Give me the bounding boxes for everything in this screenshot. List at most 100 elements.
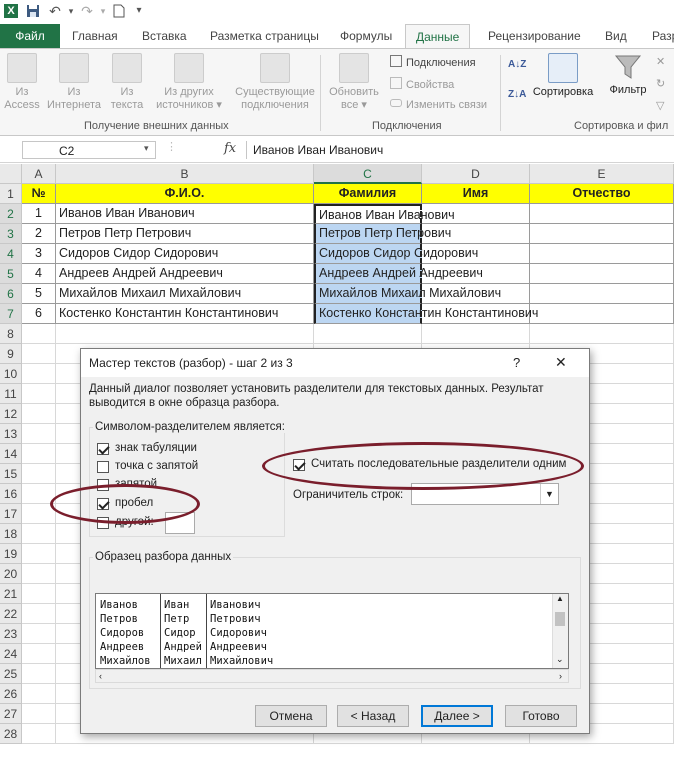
cell[interactable] bbox=[530, 284, 674, 304]
cell[interactable]: Петров Петр Петрович bbox=[314, 224, 451, 244]
cell[interactable]: Имя bbox=[422, 184, 530, 204]
cell[interactable]: Иванов Иван Иванович bbox=[56, 204, 314, 224]
row-header[interactable]: 21 bbox=[0, 584, 22, 604]
new-icon[interactable] bbox=[112, 4, 126, 18]
cell[interactable] bbox=[22, 564, 56, 584]
row-header[interactable]: 12 bbox=[0, 404, 22, 424]
select-all-corner[interactable] bbox=[0, 164, 22, 184]
properties-button[interactable]: Свойства bbox=[390, 77, 454, 91]
sort-za-icon[interactable]: Z↓A bbox=[508, 89, 526, 100]
scroll-up-icon[interactable]: ▲ bbox=[556, 594, 564, 603]
cell[interactable]: Андреев Андрей Андреевич bbox=[314, 264, 483, 284]
reapply-icon[interactable]: ↻ bbox=[656, 77, 665, 90]
cell[interactable] bbox=[22, 624, 56, 644]
column-header-a[interactable]: A bbox=[22, 164, 56, 184]
cell[interactable] bbox=[22, 424, 56, 444]
cell[interactable] bbox=[22, 604, 56, 624]
row-header[interactable]: 2 bbox=[0, 204, 22, 224]
cell[interactable] bbox=[22, 704, 56, 724]
cell[interactable]: Сидоров Сидор Сидорович bbox=[56, 244, 314, 264]
row-header[interactable]: 5 bbox=[0, 264, 22, 284]
tab-insert[interactable]: Вставка bbox=[142, 24, 187, 48]
cell[interactable] bbox=[22, 544, 56, 564]
row-header[interactable]: 28 bbox=[0, 724, 22, 744]
row-header[interactable]: 18 bbox=[0, 524, 22, 544]
tab-formulas[interactable]: Формулы bbox=[340, 24, 392, 48]
row-header[interactable]: 25 bbox=[0, 664, 22, 684]
cell[interactable] bbox=[530, 244, 674, 264]
row-header[interactable]: 8 bbox=[0, 324, 22, 344]
preview-horizontal-scrollbar[interactable]: ‹ › bbox=[95, 669, 569, 683]
tab-data[interactable]: Данные bbox=[405, 24, 471, 49]
row-header[interactable]: 11 bbox=[0, 384, 22, 404]
redo-dropdown-icon[interactable]: ▾ bbox=[96, 4, 110, 18]
redo-icon[interactable]: ↷ bbox=[80, 4, 94, 18]
cell[interactable]: Петров Петр Петрович bbox=[56, 224, 314, 244]
cell[interactable] bbox=[56, 324, 314, 344]
tab-developer[interactable]: Разр bbox=[652, 24, 674, 48]
row-header[interactable]: 1 bbox=[0, 184, 22, 204]
semicolon-checkbox[interactable] bbox=[97, 461, 109, 473]
close-icon[interactable]: ✕ bbox=[555, 354, 567, 371]
name-box-dropdown-icon[interactable]: ▾ bbox=[144, 143, 149, 154]
next-button[interactable]: Далее > bbox=[421, 705, 493, 727]
row-header[interactable]: 24 bbox=[0, 644, 22, 664]
filter-button[interactable]: Фильтр bbox=[604, 53, 652, 97]
cell[interactable] bbox=[22, 644, 56, 664]
cell[interactable] bbox=[22, 404, 56, 424]
cell[interactable] bbox=[22, 384, 56, 404]
connections-button[interactable]: Подключения bbox=[390, 55, 476, 69]
row-header[interactable]: 20 bbox=[0, 564, 22, 584]
sort-az-icon[interactable]: A↓Z bbox=[508, 59, 526, 70]
column-header-c[interactable]: C bbox=[314, 164, 422, 184]
cell[interactable]: Фамилия bbox=[314, 184, 422, 204]
cell[interactable]: Ф.И.О. bbox=[56, 184, 314, 204]
customize-icon[interactable]: ▾ bbox=[132, 4, 146, 18]
cell[interactable] bbox=[22, 324, 56, 344]
cell[interactable]: Сидоров Сидор Сидорович bbox=[314, 244, 478, 264]
scroll-thumb[interactable] bbox=[555, 612, 565, 626]
cell[interactable] bbox=[22, 444, 56, 464]
from-text-button[interactable]: Из текста bbox=[106, 53, 148, 112]
cell[interactable] bbox=[314, 324, 422, 344]
preview-vertical-scrollbar[interactable]: ▲ ⌄ bbox=[552, 594, 568, 668]
column-header-e[interactable]: E bbox=[530, 164, 674, 184]
save-icon[interactable] bbox=[26, 4, 40, 18]
cell[interactable] bbox=[22, 684, 56, 704]
undo-dropdown-icon[interactable]: ▾ bbox=[64, 4, 78, 18]
cell[interactable] bbox=[22, 364, 56, 384]
scroll-down-icon[interactable]: ⌄ bbox=[556, 654, 564, 665]
cell[interactable] bbox=[530, 304, 674, 324]
cell[interactable]: 1 bbox=[22, 204, 56, 224]
name-box[interactable]: C2 bbox=[22, 141, 156, 159]
cell[interactable] bbox=[22, 524, 56, 544]
cell[interactable]: 5 bbox=[22, 284, 56, 304]
edit-links-button[interactable]: Изменить связи bbox=[390, 99, 487, 111]
cell[interactable] bbox=[530, 224, 674, 244]
row-header[interactable]: 16 bbox=[0, 484, 22, 504]
from-other-sources-button[interactable]: Из других источников ▾ bbox=[152, 53, 226, 112]
column-header-d[interactable]: D bbox=[422, 164, 530, 184]
column-header-b[interactable]: B bbox=[56, 164, 314, 184]
row-header[interactable]: 13 bbox=[0, 424, 22, 444]
cell[interactable]: Андреев Андрей Андреевич bbox=[56, 264, 314, 284]
cell[interactable] bbox=[22, 664, 56, 684]
cell[interactable]: Костенко Константин Константинович bbox=[56, 304, 314, 324]
cell[interactable]: Михайлов Михаил Михайлович bbox=[314, 284, 501, 304]
row-header[interactable]: 26 bbox=[0, 684, 22, 704]
cell[interactable]: № bbox=[22, 184, 56, 204]
cell[interactable] bbox=[530, 264, 674, 284]
scroll-left-icon[interactable]: ‹ bbox=[99, 670, 102, 682]
row-header[interactable]: 15 bbox=[0, 464, 22, 484]
cell[interactable]: Иванов Иван Иванович bbox=[314, 204, 455, 224]
row-header[interactable]: 6 bbox=[0, 284, 22, 304]
existing-connections-button[interactable]: Существующие подключения bbox=[232, 53, 318, 112]
row-header[interactable]: 22 bbox=[0, 604, 22, 624]
cell[interactable] bbox=[22, 584, 56, 604]
cell[interactable]: 3 bbox=[22, 244, 56, 264]
cell[interactable] bbox=[22, 724, 56, 744]
row-header[interactable]: 19 bbox=[0, 544, 22, 564]
row-header[interactable]: 14 bbox=[0, 444, 22, 464]
row-header[interactable]: 17 bbox=[0, 504, 22, 524]
finish-button[interactable]: Готово bbox=[505, 705, 577, 727]
